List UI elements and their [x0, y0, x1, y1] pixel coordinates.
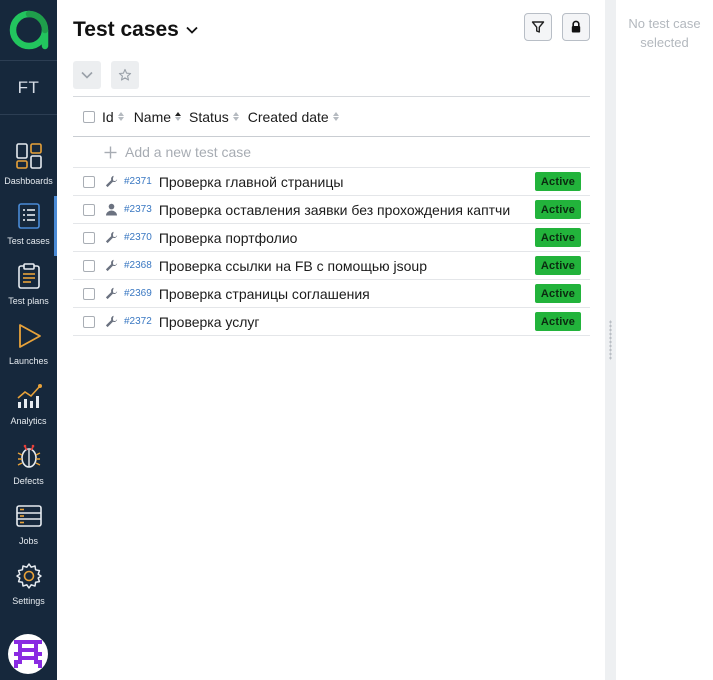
test-case-id-link[interactable]: #2371 [124, 176, 152, 187]
person-icon [104, 203, 118, 217]
project-switcher[interactable]: FT [0, 60, 57, 115]
status-badge: Active [535, 228, 581, 247]
sidebar-item-launches[interactable]: Launches [0, 316, 57, 376]
sort-icon [232, 112, 240, 121]
test-case-name: Проверка портфолио [158, 229, 298, 246]
test-case-name: Проверка страницы соглашения [158, 285, 370, 302]
chevron-down-icon [186, 26, 198, 34]
sidebar-item-test-cases[interactable]: Test cases [0, 196, 57, 256]
lock-button[interactable] [562, 13, 590, 41]
status-badge: Active [535, 172, 581, 191]
settings-icon [15, 563, 42, 589]
wrench-icon [104, 259, 118, 273]
test-case-id-link[interactable]: #2370 [124, 232, 152, 243]
add-test-case-input[interactable]: Add a new test case [125, 144, 251, 160]
row-checkbox[interactable] [83, 315, 95, 328]
allure-logo-icon[interactable] [0, 0, 57, 60]
status-badge: Active [535, 256, 581, 275]
row-checkbox[interactable] [83, 175, 95, 188]
column-header-status[interactable]: Status [189, 109, 240, 125]
sidebar-item-defects[interactable]: Defects [0, 436, 57, 496]
defects-icon [17, 444, 40, 468]
test-case-name: Проверка оставления заявки без прохожден… [158, 201, 511, 218]
table-row[interactable]: #2373 Проверка оставления заявки без про… [73, 196, 590, 224]
test-case-id-link[interactable]: #2368 [124, 260, 152, 271]
row-checkbox[interactable] [83, 259, 95, 272]
wrench-icon [104, 231, 118, 245]
sidebar: FT Dashboards Test cases Test plans Laun… [0, 0, 57, 680]
page-title-dropdown[interactable]: Test cases [73, 18, 199, 42]
analytics-icon [16, 384, 42, 408]
table-row[interactable]: #2369 Проверка страницы соглашения Activ… [73, 280, 590, 308]
sidebar-item-test-plans[interactable]: Test plans [0, 256, 57, 316]
test-case-name: Проверка услуг [158, 313, 260, 330]
status-badge: Active [535, 312, 581, 331]
avatar-pattern-icon [14, 640, 42, 668]
column-header-name[interactable]: Name [134, 109, 182, 125]
row-checkbox[interactable] [83, 231, 95, 244]
wrench-icon [104, 315, 118, 329]
sort-icon [117, 112, 125, 121]
test-case-name: Проверка ссылки на FB с помощью jsoup [158, 257, 427, 274]
sidebar-item-label: Test plans [8, 296, 49, 306]
filter-button[interactable] [524, 13, 552, 41]
sidebar-item-dashboards[interactable]: Dashboards [0, 136, 57, 196]
dashboards-icon [15, 143, 42, 169]
app-window: FT Dashboards Test cases Test plans Laun… [0, 0, 713, 680]
status-badge: Active [535, 200, 581, 219]
add-test-case-row[interactable]: Add a new test case [73, 137, 590, 168]
sidebar-item-label: Jobs [18, 536, 38, 546]
table-header: Id Name Status Created date [73, 96, 590, 137]
wrench-icon [104, 287, 118, 301]
column-header-created-date[interactable]: Created date [248, 109, 340, 125]
select-all-checkbox[interactable] [83, 110, 95, 123]
table-row[interactable]: #2368 Проверка ссылки на FB с помощью js… [73, 252, 590, 280]
test-cases-table: Id Name Status Created date Add a new te… [73, 96, 590, 336]
row-checkbox[interactable] [83, 287, 95, 300]
user-avatar[interactable] [8, 634, 48, 674]
wrench-icon [104, 175, 118, 189]
table-row[interactable]: #2370 Проверка портфолио Active [73, 224, 590, 252]
test-cases-panel: Test cases Id Name Status Created date A… [57, 0, 605, 680]
sort-icon [332, 112, 340, 121]
column-header-id[interactable]: Id [102, 109, 125, 125]
sidebar-item-jobs[interactable]: Jobs [0, 496, 57, 556]
sidebar-item-label: Analytics [10, 416, 47, 426]
row-checkbox[interactable] [83, 203, 95, 216]
plus-icon [104, 146, 117, 158]
test-case-id-link[interactable]: #2369 [124, 288, 152, 299]
favorite-button[interactable] [111, 61, 139, 89]
bulk-actions-button[interactable] [73, 61, 101, 89]
empty-selection-message: No test case selected [628, 16, 701, 50]
page-title: Test cases [73, 18, 179, 41]
sidebar-item-label: Test cases [7, 236, 50, 246]
drag-grip-icon [609, 320, 612, 360]
sidebar-item-analytics[interactable]: Analytics [0, 376, 57, 436]
test-case-name: Проверка главной страницы [158, 173, 344, 190]
star-icon [118, 68, 132, 81]
test-case-id-link[interactable]: #2372 [124, 316, 152, 327]
status-badge: Active [535, 284, 581, 303]
lock-icon [571, 20, 581, 33]
sort-ascending-icon [175, 112, 182, 121]
test-case-id-link[interactable]: #2373 [124, 204, 152, 215]
sidebar-item-settings[interactable]: Settings [0, 556, 57, 616]
launches-icon [18, 324, 41, 348]
test-plans-icon [17, 263, 40, 289]
sidebar-item-label: Dashboards [4, 176, 53, 186]
test-case-detail-pane: No test case selected [616, 0, 713, 680]
sidebar-item-label: Defects [13, 476, 44, 486]
jobs-icon [15, 505, 42, 527]
chevron-down-icon [81, 71, 93, 79]
panel-resize-handle[interactable] [605, 0, 616, 680]
table-row[interactable]: #2372 Проверка услуг Active [73, 308, 590, 336]
table-row[interactable]: #2371 Проверка главной страницы Active [73, 168, 590, 196]
sidebar-item-label: Settings [12, 596, 45, 606]
sidebar-item-label: Launches [8, 356, 49, 366]
test-cases-icon [17, 203, 40, 229]
filter-icon [531, 21, 545, 33]
